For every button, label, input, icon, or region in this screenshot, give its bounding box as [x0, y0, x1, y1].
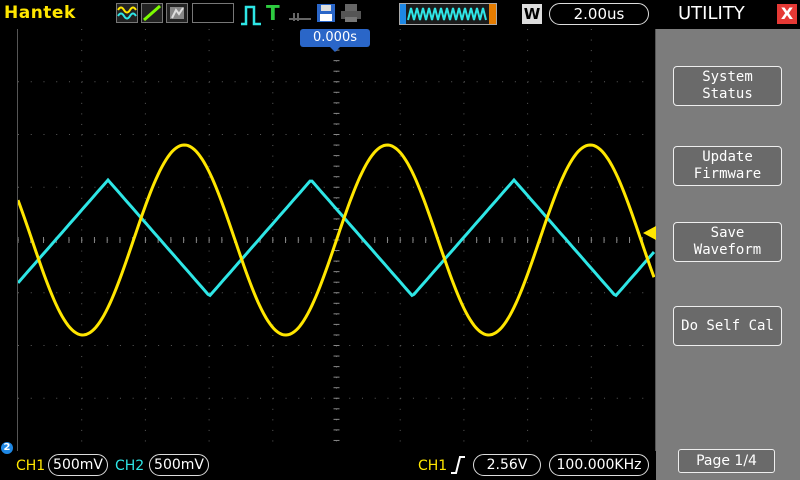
update-firmware-line1: Update	[702, 149, 753, 165]
waveform-run-indicator	[399, 3, 497, 25]
self-cal-label: Do Self Cal	[681, 317, 774, 334]
save-waveform-line2: Waveform	[693, 242, 762, 258]
ch1-waveform	[18, 143, 655, 337]
utility-menu: UTILITY X System Status Update Firmware …	[656, 0, 800, 480]
trigger-level-marker[interactable]	[643, 226, 656, 240]
menu-header: UTILITY X	[656, 0, 800, 29]
trigger-level-readout[interactable]: 2.56V	[473, 454, 541, 476]
bottom-status-bar: CH1 500mV CH2 500mV CH1 2.56V 100.000KHz	[0, 451, 656, 480]
update-firmware-line2: Firmware	[693, 166, 762, 182]
update-firmware-button[interactable]: Update Firmware	[673, 146, 782, 186]
system-status-line2: Status	[702, 86, 753, 102]
timebase-readout[interactable]: 2.00us	[549, 3, 649, 25]
waveform-mode-icon	[116, 3, 138, 23]
save-waveform-button[interactable]: Save Waveform	[673, 222, 782, 262]
trigger-marker-icon	[288, 8, 312, 27]
channel-marker-icon: 2	[1, 442, 13, 454]
trigger-position-marker	[329, 46, 341, 52]
menu-title: UTILITY	[678, 3, 745, 24]
ch1-label: CH1	[16, 458, 46, 474]
trigger-position-label[interactable]: 0.000s	[300, 29, 370, 47]
trigger-source-label: CH1	[418, 458, 448, 474]
save-disk-icon	[316, 3, 336, 27]
brand-logo: Hantek	[4, 3, 76, 23]
frequency-readout: 100.000KHz	[549, 454, 649, 476]
trigger-edge-icon	[240, 4, 262, 30]
print-icon	[340, 3, 362, 27]
oscilloscope-display[interactable]	[17, 29, 656, 451]
rising-edge-icon	[450, 455, 466, 479]
system-status-button[interactable]: System Status	[673, 66, 782, 106]
ch2-scale[interactable]: 500mV	[149, 454, 209, 476]
ramp-display-icon	[141, 3, 163, 23]
ch2-label: CH2	[115, 458, 145, 474]
ch1-scale[interactable]: 500mV	[48, 454, 108, 476]
top-status-bar: Hantek T W 2.00us	[0, 0, 656, 29]
system-status-line1: System	[702, 69, 753, 85]
scope-graticule	[18, 29, 655, 442]
self-cal-button[interactable]: Do Self Cal	[673, 306, 782, 346]
grid-dots	[18, 29, 644, 442]
save-waveform-line1: Save	[710, 225, 745, 241]
persist-icon	[166, 3, 188, 23]
close-icon[interactable]: X	[777, 4, 797, 24]
page-indicator[interactable]: Page 1/4	[678, 449, 775, 473]
blank-slot-icon	[192, 3, 234, 23]
wave-mode-button[interactable]: W	[522, 4, 542, 24]
trigger-t-icon: T	[266, 1, 280, 25]
